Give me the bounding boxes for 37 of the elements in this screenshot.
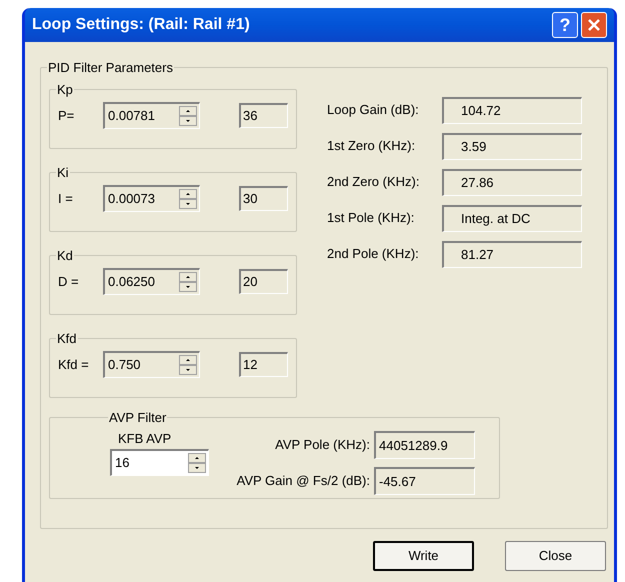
result-field: -45.67	[374, 467, 475, 495]
close-icon	[587, 18, 601, 32]
help-button[interactable]: ?	[552, 12, 578, 38]
group-title: Kd	[57, 248, 73, 262]
gain-label: D =	[58, 272, 80, 291]
dialog-button[interactable]: Close	[505, 541, 606, 571]
gain-label: Kfd =	[58, 356, 90, 374]
spin-arrows-icon[interactable]	[188, 452, 206, 472]
group-title: Kp	[57, 82, 73, 96]
result-field: 3.59	[442, 132, 582, 160]
code-field: 12	[239, 352, 288, 377]
code-field: 20	[239, 269, 288, 294]
result-field: 44051289.9	[374, 431, 475, 459]
result-field: 27.86	[442, 168, 582, 196]
group-title: Ki	[57, 164, 69, 180]
result-label: 2nd Zero (KHz):	[327, 173, 420, 192]
gain-label: P=	[58, 106, 76, 125]
result-label: 1st Pole (KHz):	[327, 209, 416, 228]
close-button[interactable]	[581, 12, 607, 38]
result-field: 104.72	[442, 96, 582, 124]
code-field: 30	[239, 186, 288, 211]
group-title: AVP Filter	[109, 410, 166, 424]
kfb-label: KFB AVP	[118, 430, 172, 448]
window-title: Loop Settings: (Rail: Rail #1)	[32, 15, 250, 35]
result-field: 81.27	[442, 240, 582, 268]
result-label: 1st Zero (KHz):	[327, 137, 416, 156]
result-label: AVP Pole (KHz):	[274, 436, 371, 454]
dialog-button[interactable]: Write	[373, 541, 474, 571]
spin-field[interactable]: 16	[110, 448, 209, 476]
result-label: Loop Gain (dB):	[327, 101, 420, 120]
group-title: PID Filter Parameters	[48, 60, 173, 75]
result-label: 2nd Pole (KHz):	[327, 245, 420, 264]
group-title: Kfd	[57, 330, 77, 346]
result-field: Integ. at DC	[442, 204, 582, 232]
gain-label: I =	[58, 190, 74, 208]
code-field: 36	[239, 103, 288, 128]
result-label: AVP Gain @ Fs/2 (dB):	[236, 472, 371, 490]
